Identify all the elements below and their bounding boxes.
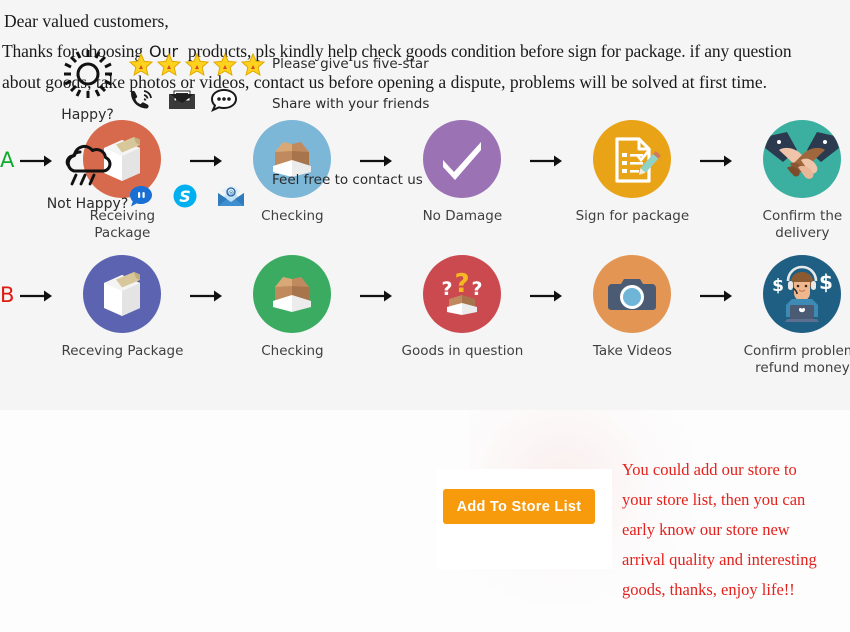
right-arrow-icon xyxy=(354,120,400,200)
flow-step-a5-label: Confirm the delivery xyxy=(762,208,843,241)
star-icon xyxy=(240,52,266,78)
promo-banner-page: Dear valued customers, Thanks for choosi… xyxy=(0,0,850,632)
promo-line-1: You could add our store to xyxy=(622,460,797,479)
share-friends-text: Share with your friends xyxy=(272,96,430,112)
flow-step-a5: Confirm the delivery xyxy=(740,120,850,242)
mail-envelope-icon[interactable]: @ xyxy=(216,184,246,213)
right-arrow-icon xyxy=(524,255,570,335)
support-agent-icon: $ $ xyxy=(763,255,842,333)
star-icon xyxy=(212,52,238,78)
promo-line-2: your store list, then you can xyxy=(622,490,806,509)
signed-document-icon xyxy=(593,120,672,198)
checkmark-icon xyxy=(423,120,502,198)
svg-text:$: $ xyxy=(819,270,833,294)
mood-happy-label: Happy? xyxy=(61,107,114,123)
email-icon[interactable] xyxy=(168,89,196,116)
svg-text:@: @ xyxy=(228,190,234,197)
store-promo-text: You could add our store to your store li… xyxy=(622,455,847,605)
star-icon xyxy=(184,52,210,78)
contact-text-column: Please give us five-star Share with your… xyxy=(272,56,452,112)
right-arrow-icon xyxy=(524,120,570,200)
mood-not-happy-label: Not Happy? xyxy=(46,196,129,212)
package-box-icon xyxy=(83,255,162,333)
skype-icon[interactable]: S xyxy=(172,183,198,214)
flow-row-a-letter: A xyxy=(0,148,15,172)
star-rating[interactable] xyxy=(128,52,268,78)
star-icon xyxy=(156,52,182,78)
right-arrow-icon xyxy=(354,255,400,335)
flow-row-b-letter: B xyxy=(0,283,15,307)
sun-icon xyxy=(60,50,116,104)
open-box-icon xyxy=(253,255,332,333)
svg-text:?: ? xyxy=(442,278,453,300)
im-icons-row: S @ xyxy=(128,183,268,214)
chat-bubble-icon[interactable] xyxy=(210,88,238,117)
svg-text:?: ? xyxy=(472,278,483,300)
flow-row-b: B Receving Package Checking ? ? ? Goods … xyxy=(0,255,850,377)
contact-icons-column: S @ xyxy=(128,52,268,214)
mood-not-happy: Not Happy? xyxy=(40,141,135,212)
promo-line-4: arrival quality and interesting xyxy=(622,550,817,569)
five-star-text: Please give us five-star xyxy=(272,56,429,72)
share-icons-row xyxy=(128,88,268,117)
flow-step-a4-label: Sign for package xyxy=(575,208,690,224)
phone-icon[interactable] xyxy=(128,88,154,117)
flow-step-b2: Checking xyxy=(230,255,354,360)
intro-line-1: Dear valued customers, xyxy=(4,11,169,31)
flow-step-b1: Receving Package xyxy=(60,255,184,360)
flow-step-b5: $ $ Confirm proble refund money xyxy=(740,255,850,377)
aliwangwang-icon[interactable] xyxy=(128,184,154,213)
add-to-store-list-button[interactable]: Add To Store List xyxy=(443,489,595,524)
question-box-icon: ? ? ? xyxy=(423,255,502,333)
svg-text:?: ? xyxy=(455,269,470,299)
handshake-icon xyxy=(763,120,842,198)
flow-step-b5-label: Confirm problem, refund money xyxy=(743,343,850,376)
mood-column: Happy? Not Happy? xyxy=(40,48,135,230)
promo-line-3: early know our store new xyxy=(622,520,790,539)
flow-step-a3-label: No Damage xyxy=(422,208,503,224)
flow-step-a4: Sign for package xyxy=(570,120,694,225)
right-arrow-icon xyxy=(694,120,740,200)
feel-free-contact-text: Feel free to contact us xyxy=(272,172,423,188)
flow-step-b3: ? ? ? Goods in question xyxy=(400,255,524,360)
flow-step-b1-label: Receving Package xyxy=(61,343,184,359)
right-arrow-icon xyxy=(694,255,740,335)
flow-step-b4-label: Take Videos xyxy=(592,343,672,359)
flow-step-b3-label: Goods in question xyxy=(401,343,524,359)
flow-step-b4: Take Videos xyxy=(570,255,694,360)
star-icon xyxy=(128,52,154,78)
flow-step-b2-label: Checking xyxy=(261,343,324,359)
rain-cloud-icon xyxy=(58,144,118,193)
promo-line-5: goods, thanks, enjoy life!! xyxy=(622,580,795,599)
svg-text:$: $ xyxy=(773,276,785,296)
svg-text:S: S xyxy=(179,187,191,206)
mood-happy: Happy? xyxy=(40,48,135,123)
camera-icon xyxy=(593,255,672,333)
right-arrow-icon xyxy=(184,255,230,335)
right-arrow-icon xyxy=(14,255,60,335)
